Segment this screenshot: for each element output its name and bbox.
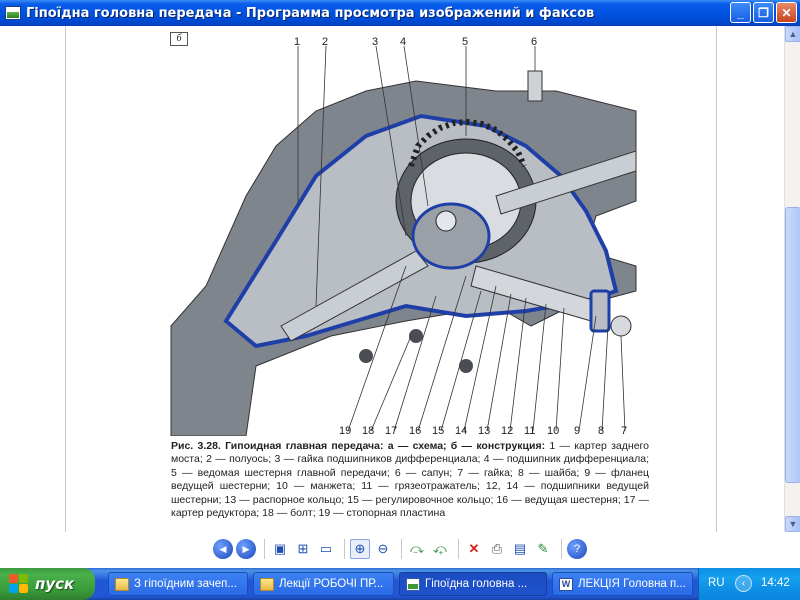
taskbar-item-label: ЛЕКЦІЯ Головна п... — [578, 578, 686, 590]
callout-4: 4 — [400, 36, 406, 48]
window-controls: _ ❐ ✕ — [730, 2, 797, 23]
image-viewer-app-icon — [5, 6, 21, 20]
taskbar-item-folder-2[interactable]: Лекції РОБОЧІ ПР... — [253, 572, 394, 596]
scroll-up-button[interactable]: ▲ — [785, 26, 800, 42]
toolbar-separator — [344, 539, 345, 559]
help-icon[interactable]: ? — [567, 539, 587, 559]
gear-assembly-illustration: 1 2 3 4 5 6 19 18 17 16 15 14 13 12 11 1… — [170, 36, 637, 436]
taskbar-item-label: Лекції РОБОЧІ ПР... — [279, 578, 384, 590]
folder-icon — [115, 577, 129, 591]
language-indicator[interactable]: RU — [708, 577, 725, 589]
callout-19: 19 — [339, 425, 351, 436]
word-document-icon: W — [559, 577, 573, 591]
slideshow-icon[interactable]: ▭ — [316, 539, 336, 559]
windows-logo-icon — [9, 574, 29, 594]
figure-caption-title: Рис. 3.28. Гипоидная главная передача: а… — [171, 440, 546, 452]
callout-17: 17 — [385, 425, 397, 436]
taskbar-item-label: Гіпоїдна головна ... — [425, 578, 528, 590]
next-image-icon[interactable]: ▶ — [236, 539, 256, 559]
taskbar-item-label: З гіпоїдним зачеп... — [134, 578, 237, 590]
callout-18: 18 — [362, 425, 374, 436]
toolbar-separator — [264, 539, 265, 559]
figure-caption: Рис. 3.28. Гипоидная главная передача: а… — [171, 440, 649, 520]
start-button[interactable]: пуск — [0, 568, 95, 600]
callout-1: 1 — [294, 36, 300, 48]
best-fit-icon[interactable]: ▣ — [270, 539, 290, 559]
callout-3: 3 — [372, 36, 378, 48]
rotate-clockwise-icon[interactable]: ⤼ — [407, 539, 427, 559]
window-title: Гіпоїдна головна передача - Программа пр… — [26, 5, 595, 21]
close-button[interactable]: ✕ — [776, 2, 797, 23]
delete-icon[interactable]: ✕ — [464, 539, 484, 559]
image-viewport: б 1 2 3 4 5 6 19 18 17 16 15 14 13 12 11… — [0, 26, 784, 532]
callout-11: 11 — [524, 425, 535, 436]
vertical-scrollbar[interactable]: ▲ ▼ — [784, 26, 800, 532]
callout-6: 6 — [531, 36, 537, 48]
callout-12: 12 — [501, 425, 513, 436]
system-tray: RU ‹ 14:42 — [698, 568, 800, 600]
clock: 14:42 — [761, 577, 790, 589]
housing-bolt — [409, 329, 423, 343]
callout-15: 15 — [432, 425, 444, 436]
pinion-flange — [589, 289, 611, 333]
callout-10: 10 — [547, 425, 559, 436]
callout-7: 7 — [621, 425, 627, 436]
print-icon[interactable]: ⎙ — [487, 539, 507, 559]
minimize-button[interactable]: _ — [730, 2, 751, 23]
callout-5: 5 — [462, 36, 468, 48]
toolbar-separator — [458, 539, 459, 559]
actual-size-icon[interactable]: ⊞ — [293, 539, 313, 559]
scroll-down-button[interactable]: ▼ — [785, 516, 800, 532]
taskbar: пуск З гіпоїдним зачеп... Лекції РОБОЧІ … — [0, 568, 800, 600]
start-label: пуск — [35, 575, 75, 593]
rotate-counterclockwise-icon[interactable]: ⤽ — [430, 539, 450, 559]
toolbar-separator — [401, 539, 402, 559]
show-hidden-icons-chevron-icon[interactable]: ‹ — [735, 575, 752, 592]
callout-8: 8 — [598, 425, 604, 436]
callout-13: 13 — [478, 425, 490, 436]
viewer-toolbar: ◀ ▶ ▣ ⊞ ▭ ⊕ ⊖ ⤼ ⤽ ✕ ⎙ ▤ ✎ ? — [0, 532, 800, 568]
image-viewer-icon — [406, 577, 420, 591]
title-bar: Гіпоїдна головна передача - Программа пр… — [0, 0, 800, 26]
taskbar-item-word-document[interactable]: W ЛЕКЦІЯ Головна п... — [552, 572, 693, 596]
folder-icon — [260, 577, 274, 591]
edit-icon[interactable]: ✎ — [533, 539, 553, 559]
scroll-thumb[interactable] — [785, 207, 800, 483]
breather — [527, 70, 543, 102]
zoom-out-icon[interactable]: ⊖ — [373, 539, 393, 559]
toolbar-separator — [561, 539, 562, 559]
differential-pinion — [435, 210, 457, 232]
callout-14: 14 — [455, 425, 467, 436]
previous-image-icon[interactable]: ◀ — [213, 539, 233, 559]
callout-16: 16 — [409, 425, 421, 436]
pinion-nut — [610, 315, 632, 337]
zoom-in-icon[interactable]: ⊕ — [350, 539, 370, 559]
callout-9: 9 — [574, 425, 580, 436]
taskbar-item-image-viewer[interactable]: Гіпоїдна головна ... — [399, 572, 547, 596]
callout-2: 2 — [322, 36, 328, 48]
taskbar-item-folder-1[interactable]: З гіпоїдним зачеп... — [108, 572, 248, 596]
maximize-button[interactable]: ❐ — [753, 2, 774, 23]
housing-bolt — [359, 349, 373, 363]
scanned-page: б 1 2 3 4 5 6 19 18 17 16 15 14 13 12 11… — [65, 26, 717, 532]
save-icon[interactable]: ▤ — [510, 539, 530, 559]
